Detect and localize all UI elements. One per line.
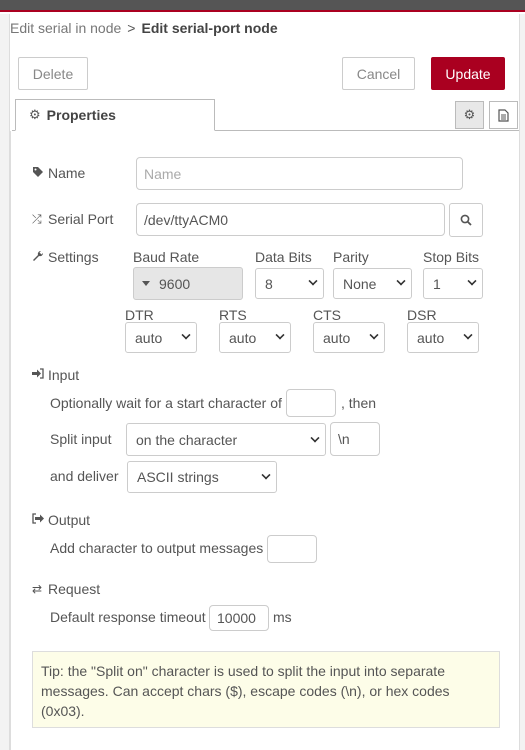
dsr-label: DSR [407, 307, 437, 323]
tab-description[interactable] [489, 101, 518, 129]
update-button[interactable]: Update [431, 57, 505, 90]
split-mode-select[interactable]: on the character [126, 423, 326, 456]
breadcrumb-current: Edit serial-port node [141, 20, 278, 36]
start-char-suffix: , then [341, 395, 377, 411]
sign-in-icon [32, 368, 48, 382]
breadcrumb-parent[interactable]: Edit serial in node [10, 20, 121, 36]
split-char-input[interactable]: \n [330, 422, 380, 456]
caret-down-icon [142, 281, 150, 286]
request-heading: ⇄ Request [32, 581, 101, 597]
chevron-down-icon [369, 330, 379, 340]
name-label: Name [32, 165, 85, 181]
delete-button[interactable]: Delete [18, 57, 88, 90]
deliver-select[interactable]: ASCII strings [127, 461, 277, 493]
deliver-label: and deliver [50, 468, 119, 484]
chevron-down-icon [181, 330, 191, 340]
cts-select[interactable]: auto [313, 322, 385, 353]
chevron-down-icon [261, 470, 271, 480]
wrench-icon [32, 250, 48, 265]
start-char-input[interactable] [286, 389, 336, 417]
gear-icon: ⚙ [29, 107, 41, 122]
breadcrumb: Edit serial in node > Edit serial-port nod… [10, 20, 278, 36]
chevron-down-icon [396, 276, 406, 286]
parity-label: Parity [333, 249, 369, 265]
chevron-down-icon [467, 276, 477, 286]
cts-label: CTS [313, 307, 341, 323]
chevron-down-icon [463, 330, 473, 340]
add-char-input[interactable] [267, 535, 317, 563]
document-icon [498, 108, 509, 122]
output-heading: Output [32, 512, 90, 528]
parity-select[interactable]: None [333, 268, 412, 299]
start-char-label: Optionally wait for a start character of [50, 395, 282, 411]
top-bar [0, 0, 525, 12]
serial-port-label: ⤮ Serial Port [32, 211, 114, 227]
baud-rate-label: Baud Rate [133, 249, 200, 265]
timeout-unit: ms [273, 609, 292, 625]
dsr-select[interactable]: auto [407, 322, 479, 353]
stop-bits-label: Stop Bits [423, 249, 480, 265]
left-edge [0, 14, 10, 750]
rts-select[interactable]: auto [219, 322, 291, 353]
tip-box: Tip: the "Split on" character is used to… [32, 651, 500, 728]
dtr-select[interactable]: auto [125, 322, 197, 353]
sign-out-icon [32, 513, 48, 527]
chevron-down-icon [308, 276, 318, 286]
tag-icon [32, 166, 48, 181]
name-input[interactable]: Name [136, 157, 463, 190]
baud-rate-select[interactable]: 9600 [133, 267, 243, 300]
chevron-down-icon [275, 330, 285, 340]
data-bits-select[interactable]: 8 [255, 268, 324, 299]
tab-properties-label: Properties [46, 107, 116, 123]
add-char-label: Add character to output messages [50, 540, 264, 556]
stop-bits-select[interactable]: 1 [423, 268, 483, 299]
exchange-icon: ⇄ [32, 582, 43, 596]
timeout-input[interactable]: 10000 [209, 605, 269, 631]
tab-node-settings[interactable]: ⚙ [455, 101, 484, 129]
gear-icon: ⚙ [463, 107, 476, 122]
shuffle-icon: ⤮ [32, 211, 42, 226]
chevron-down-icon [310, 433, 320, 443]
search-port-button[interactable] [449, 203, 483, 237]
cancel-button[interactable]: Cancel [342, 57, 415, 90]
right-edge [519, 14, 525, 750]
timeout-label: Default response timeout [50, 609, 206, 625]
split-input-label: Split input [50, 431, 112, 447]
tab-properties[interactable]: ⚙ Properties [15, 99, 215, 131]
rts-label: RTS [219, 307, 247, 323]
serial-port-input[interactable]: /dev/ttyACM0 [136, 203, 445, 236]
input-heading: Input [32, 367, 79, 383]
dtr-label: DTR [125, 307, 154, 323]
breadcrumb-separator: > [127, 20, 136, 36]
search-icon [460, 214, 472, 226]
settings-label: Settings [32, 249, 99, 265]
data-bits-label: Data Bits [255, 249, 312, 265]
